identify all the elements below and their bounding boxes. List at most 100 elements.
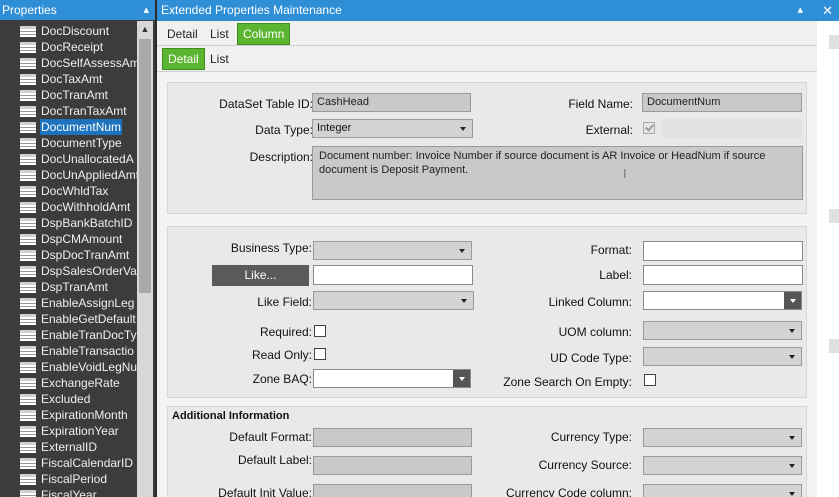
- tree-item[interactable]: EnableTranDocTy: [20, 327, 137, 343]
- subtab-detail[interactable]: Detail: [162, 48, 205, 70]
- tree-item[interactable]: FiscalYear: [20, 487, 137, 497]
- table-icon: [20, 442, 36, 453]
- table-icon: [20, 186, 36, 197]
- zone-search-checkbox[interactable]: [644, 374, 656, 386]
- data-type-select[interactable]: Integer: [312, 119, 473, 138]
- required-checkbox[interactable]: [314, 325, 326, 337]
- zone-baq-label: Zone BAQ:: [252, 372, 312, 386]
- subtab-list[interactable]: List: [205, 49, 234, 69]
- tree-item[interactable]: ExpirationYear: [20, 423, 137, 439]
- scroll-thumb[interactable]: [139, 39, 151, 293]
- tree-item-label: DocUnallocatedA: [41, 152, 134, 166]
- tree-item[interactable]: ExternalID: [20, 439, 137, 455]
- tree-item[interactable]: DocTaxAmt: [20, 71, 137, 87]
- tree-item-label: DocumentType: [41, 136, 122, 150]
- top-tab-bar: Detail List Column: [157, 21, 817, 46]
- tree-item[interactable]: DocDiscount: [20, 23, 137, 39]
- tree-item[interactable]: DspSalesOrderVal: [20, 263, 137, 279]
- tab-column[interactable]: Column: [237, 23, 291, 45]
- tree-item[interactable]: DocUnallocatedA: [20, 151, 137, 167]
- tree-item-label: ExchangeRate: [41, 376, 120, 390]
- like-input[interactable]: [313, 265, 473, 285]
- tree-item[interactable]: ExchangeRate: [20, 375, 137, 391]
- like-button[interactable]: Like...: [212, 265, 309, 286]
- tree-item[interactable]: DocWhldTax: [20, 183, 137, 199]
- tree-item[interactable]: Excluded: [20, 391, 137, 407]
- tab-list[interactable]: List: [205, 24, 234, 44]
- tree-item-label: EnableTranDocTy: [41, 328, 137, 342]
- window-title: Extended Properties Maintenance: [161, 3, 342, 17]
- table-icon: [20, 74, 36, 85]
- tree-item[interactable]: EnableAssignLeg: [20, 295, 137, 311]
- tree-item[interactable]: DspDocTranAmt: [20, 247, 137, 263]
- label-input[interactable]: [643, 265, 803, 285]
- ud-code-type-select[interactable]: [643, 347, 802, 366]
- tree-item-label: DspBankBatchID: [41, 216, 133, 230]
- table-icon: [20, 346, 36, 357]
- table-icon: [20, 106, 36, 117]
- tree-item-label: DocSelfAssessAm: [41, 56, 137, 70]
- default-label-label: Default Label:: [237, 453, 312, 467]
- tree-item[interactable]: DocumentType: [20, 135, 137, 151]
- zone-baq-dropdown-button[interactable]: [453, 370, 470, 387]
- default-init-value-field: [313, 484, 472, 497]
- tree-item[interactable]: DocUnAppliedAmt: [20, 167, 137, 183]
- chevron-down-icon: [461, 299, 467, 303]
- tree-item[interactable]: DspBankBatchID: [20, 215, 137, 231]
- linked-column-select[interactable]: [643, 291, 802, 310]
- default-label-field: [313, 456, 472, 475]
- business-type-select[interactable]: [313, 241, 472, 260]
- format-input[interactable]: [643, 241, 803, 261]
- currency-source-select[interactable]: [643, 456, 802, 475]
- read-only-checkbox[interactable]: [314, 348, 326, 360]
- tree-item-label: EnableVoidLegNu: [41, 360, 137, 374]
- tree-item[interactable]: EnableVoidLegNu: [20, 359, 137, 375]
- additional-information-group: Additional Information Default Format: C…: [167, 406, 807, 497]
- uom-column-select[interactable]: [643, 321, 802, 340]
- pin-icon[interactable]: ▴: [143, 0, 149, 20]
- tree-item-label: ExpirationMonth: [41, 408, 128, 422]
- tree-item-label: DspTranAmt: [41, 280, 108, 294]
- external-row-fill: [662, 119, 802, 138]
- scroll-up-icon[interactable]: ▲: [137, 21, 153, 37]
- linked-column-dropdown-button[interactable]: [784, 292, 801, 309]
- table-icon: [20, 378, 36, 389]
- tree-item[interactable]: DocReceipt: [20, 39, 137, 55]
- tree-item-label: DocReceipt: [41, 40, 104, 54]
- tree-item-label: DocTranTaxAmt: [41, 104, 127, 118]
- tree-scrollbar[interactable]: ▲: [137, 21, 153, 497]
- table-icon: [20, 410, 36, 421]
- properties-tree: DocDiscount DocReceipt DocSelfAssessAm DocT…: [0, 21, 137, 497]
- tree-item[interactable]: DocTranTaxAmt: [20, 103, 137, 119]
- table-icon: [20, 138, 36, 149]
- tree-item[interactable]: EnableTransactio: [20, 343, 137, 359]
- tree-item[interactable]: DocSelfAssessAm: [20, 55, 137, 71]
- tree-item[interactable]: EnableGetDefault: [20, 311, 137, 327]
- tree-item-label: DocTaxAmt: [41, 72, 103, 86]
- table-icon: [20, 154, 36, 165]
- window-pin-icon[interactable]: ▴: [797, 0, 803, 21]
- tab-detail[interactable]: Detail: [162, 24, 203, 44]
- table-icon: [20, 474, 36, 485]
- currency-type-select[interactable]: [643, 428, 802, 447]
- tree-item[interactable]: FiscalCalendarID: [20, 455, 137, 471]
- tree-item[interactable]: FiscalPeriod: [20, 471, 137, 487]
- tree-item[interactable]: DocumentNum: [20, 119, 137, 135]
- tree-item[interactable]: DocTranAmt: [20, 87, 137, 103]
- window-close-icon[interactable]: ✕: [822, 0, 833, 21]
- zone-baq-select[interactable]: [313, 369, 471, 388]
- tree-item-label: Excluded: [41, 392, 91, 406]
- tree-item[interactable]: DspCMAmount: [20, 231, 137, 247]
- tree-item-label: ExpirationYear: [41, 424, 119, 438]
- chevron-down-icon: [459, 377, 465, 381]
- currency-code-column-select[interactable]: [643, 484, 802, 497]
- ud-code-type-label: UD Code Type:: [550, 351, 632, 365]
- tree-item[interactable]: ExpirationMonth: [20, 407, 137, 423]
- tree-item[interactable]: DspTranAmt: [20, 279, 137, 295]
- tree-item-label: FiscalYear: [41, 488, 97, 497]
- right-edge-strip: [817, 21, 839, 497]
- edge-marker: [829, 209, 839, 223]
- tree-item[interactable]: DocWithholdAmt: [20, 199, 137, 215]
- table-icon: [20, 26, 36, 37]
- like-field-select[interactable]: [313, 291, 474, 310]
